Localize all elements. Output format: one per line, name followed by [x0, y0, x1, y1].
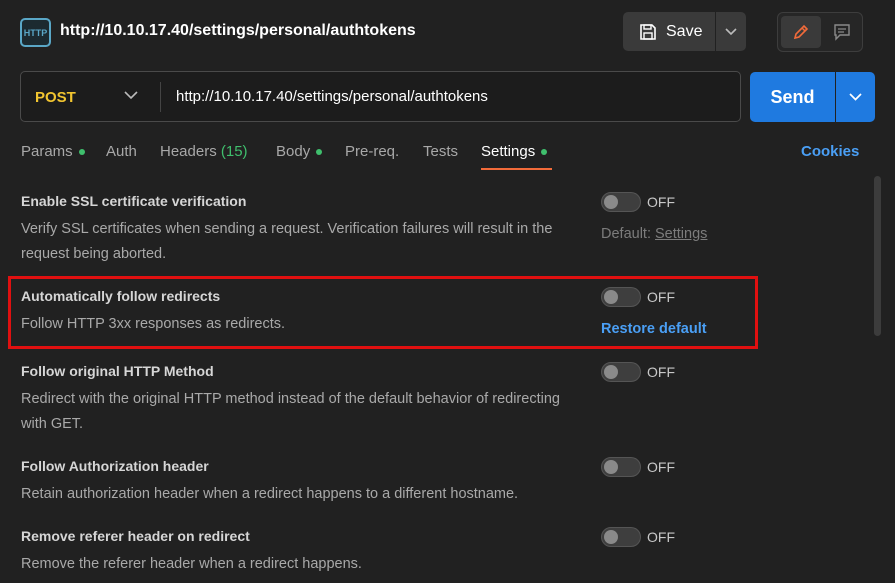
send-button[interactable]: Send: [750, 72, 835, 122]
setting-description: Retain authorization header when a redir…: [21, 486, 519, 502]
toggle-state-label: OFF: [647, 364, 675, 380]
tab-body-dot: [316, 149, 323, 156]
tab-prereq[interactable]: Pre-req.: [345, 143, 399, 160]
ssl-verification-toggle[interactable]: [601, 192, 641, 212]
tab-tests-label: Tests: [423, 143, 459, 160]
save-button[interactable]: Save: [623, 12, 715, 51]
chevron-down-icon: [849, 93, 862, 101]
toggle-knob: [604, 460, 618, 474]
request-title[interactable]: http://10.10.17.40/settings/personal/aut…: [60, 22, 416, 40]
tab-body[interactable]: Body: [276, 143, 323, 160]
comment-icon: [834, 24, 850, 41]
comments-button[interactable]: [824, 16, 860, 48]
save-label: Save: [666, 22, 703, 40]
http-request-icon: HTTP: [20, 18, 51, 47]
chevron-down-icon[interactable]: [124, 91, 138, 100]
default-note: Default: Settings: [601, 226, 707, 242]
tab-settings-label: Settings: [481, 143, 536, 160]
tab-settings[interactable]: Settings: [481, 143, 548, 160]
view-mode-toggle: [777, 12, 863, 52]
setting-title: Enable SSL certificate verification: [21, 193, 247, 209]
save-icon: [640, 23, 656, 40]
cookies-link[interactable]: Cookies: [801, 143, 859, 160]
chevron-down-icon: [725, 27, 737, 35]
tab-auth[interactable]: Auth: [106, 143, 137, 160]
top-bar: HTTP http://10.10.17.40/settings/persona…: [0, 0, 895, 64]
setting-description: Verify SSL certificates when sending a r…: [21, 221, 553, 262]
tab-params-label: Params: [21, 143, 73, 160]
default-prefix: Default:: [601, 226, 651, 242]
toggle-state-label: OFF: [647, 194, 675, 210]
tab-prereq-label: Pre-req.: [345, 143, 400, 160]
scrollbar[interactable]: [874, 176, 881, 336]
request-url-bar: POST http://10.10.17.40/settings/persona…: [20, 71, 741, 122]
setting-title: Follow Authorization header: [21, 458, 209, 474]
toggle-knob: [604, 195, 618, 209]
tab-body-label: Body: [276, 143, 311, 160]
setting-title: Automatically follow redirects: [21, 288, 221, 304]
pencil-icon: [793, 24, 809, 40]
follow-original-method-toggle[interactable]: [601, 362, 641, 382]
tab-params-dot: [78, 149, 85, 156]
tab-headers[interactable]: Headers (15): [160, 143, 248, 160]
http-method-select[interactable]: POST: [35, 89, 76, 106]
tab-settings-dot: [541, 149, 548, 156]
setting-description: Remove the referer header when a redirec…: [21, 556, 362, 572]
tab-headers-label: Headers: [160, 143, 217, 160]
follow-redirects-toggle[interactable]: [601, 287, 641, 307]
restore-default-button[interactable]: Restore default: [601, 321, 707, 337]
settings-link[interactable]: Settings: [655, 226, 707, 242]
url-input[interactable]: http://10.10.17.40/settings/personal/aut…: [176, 88, 488, 105]
remove-referer-toggle[interactable]: [601, 527, 641, 547]
active-tab-indicator: [481, 168, 552, 170]
setting-description: Redirect with the original HTTP method i…: [21, 391, 560, 432]
setting-title: Follow original HTTP Method: [21, 363, 214, 379]
setting-title: Remove referer header on redirect: [21, 528, 250, 544]
edit-mode-button[interactable]: [781, 16, 821, 48]
tab-params[interactable]: Params: [21, 143, 85, 160]
url-divider: [160, 82, 161, 112]
toggle-state-label: OFF: [647, 289, 675, 305]
toggle-knob: [604, 365, 618, 379]
toggle-state-label: OFF: [647, 459, 675, 475]
http-icon-text: HTTP: [23, 27, 48, 38]
tab-tests[interactable]: Tests: [423, 143, 458, 160]
setting-description: Follow HTTP 3xx responses as redirects.: [21, 316, 286, 332]
toggle-knob: [604, 290, 618, 304]
toggle-state-label: OFF: [647, 529, 675, 545]
send-options-button[interactable]: [836, 72, 875, 122]
follow-authorization-toggle[interactable]: [601, 457, 641, 477]
toggle-knob: [604, 530, 618, 544]
tab-auth-label: Auth: [106, 143, 137, 160]
save-options-button[interactable]: [716, 12, 746, 51]
tab-headers-count: (15): [220, 143, 248, 160]
